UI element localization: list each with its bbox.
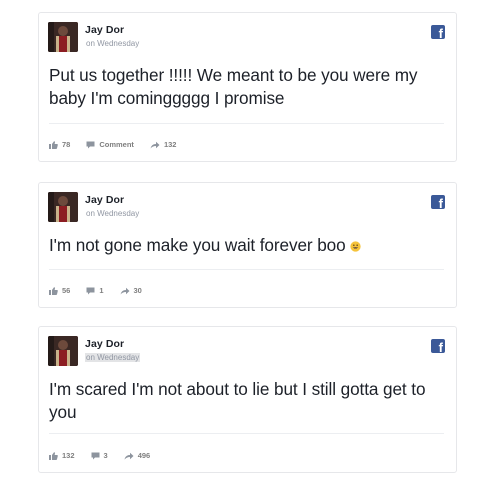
facebook-icon[interactable]: f [431, 195, 445, 209]
post-text-content: I'm not gone make you wait forever boo [49, 235, 346, 255]
comment-count: 3 [103, 451, 108, 460]
divider [49, 123, 444, 124]
post-text: I'm not gone make you wait forever boo [49, 234, 444, 257]
avatar[interactable] [48, 22, 78, 52]
divider [49, 433, 444, 434]
share-count: 30 [133, 286, 142, 295]
like-count: 78 [62, 140, 71, 149]
post-actions: 56 1 30 [49, 286, 158, 295]
facebook-icon[interactable]: f [431, 339, 445, 353]
like-button[interactable]: 132 [49, 451, 75, 460]
facebook-icon[interactable]: f [431, 25, 445, 39]
share-button[interactable]: 132 [150, 140, 177, 149]
avatar[interactable] [48, 336, 78, 366]
post-text: I'm scared I'm not about to lie but I st… [49, 379, 426, 422]
divider [49, 269, 444, 270]
like-count: 132 [62, 451, 75, 460]
share-count: 132 [163, 140, 177, 149]
comment-button[interactable]: Comment [86, 140, 134, 149]
facebook-post-card: Jay Dor on Wednesday f Put us together !… [38, 12, 457, 162]
thumbs-up-icon [49, 451, 58, 460]
comment-bubble-icon [86, 141, 95, 148]
share-arrow-icon [150, 141, 160, 148]
comment-bubble-icon [91, 452, 100, 459]
like-button[interactable]: 56 [49, 286, 70, 295]
thumbs-up-icon [49, 286, 58, 295]
facebook-post-card: Jay Dor on Wednesday f I'm scared I'm no… [38, 326, 457, 473]
post-timestamp[interactable]: on Wednesday [85, 39, 140, 48]
share-count: 496 [137, 451, 151, 460]
like-count: 56 [62, 286, 71, 295]
avatar[interactable] [48, 192, 78, 222]
comment-button[interactable]: 1 [86, 286, 104, 295]
post-actions: 132 3 496 [49, 451, 166, 460]
comment-count: 1 [99, 286, 104, 295]
share-button[interactable]: 30 [120, 286, 142, 295]
share-button[interactable]: 496 [124, 451, 151, 460]
thumbs-up-icon [49, 140, 58, 149]
author-name[interactable]: Jay Dor [85, 194, 124, 206]
author-name[interactable]: Jay Dor [85, 24, 124, 36]
post-text: Put us together !!!!! We meant to be you… [49, 65, 418, 108]
post-timestamp[interactable]: on Wednesday [85, 209, 140, 218]
facebook-post-card: Jay Dor on Wednesday f I'm not gone make… [38, 182, 457, 308]
comment-label: Comment [99, 140, 134, 149]
comment-bubble-icon [86, 287, 95, 294]
author-name[interactable]: Jay Dor [85, 338, 124, 350]
comment-button[interactable]: 3 [91, 451, 108, 460]
share-arrow-icon [124, 452, 134, 459]
like-button[interactable]: 78 [49, 140, 70, 149]
post-timestamp[interactable]: on Wednesday [85, 353, 141, 362]
share-arrow-icon [120, 287, 130, 294]
post-actions: 78 Comment 132 [49, 140, 192, 149]
grinning-face-emoji [349, 241, 361, 252]
